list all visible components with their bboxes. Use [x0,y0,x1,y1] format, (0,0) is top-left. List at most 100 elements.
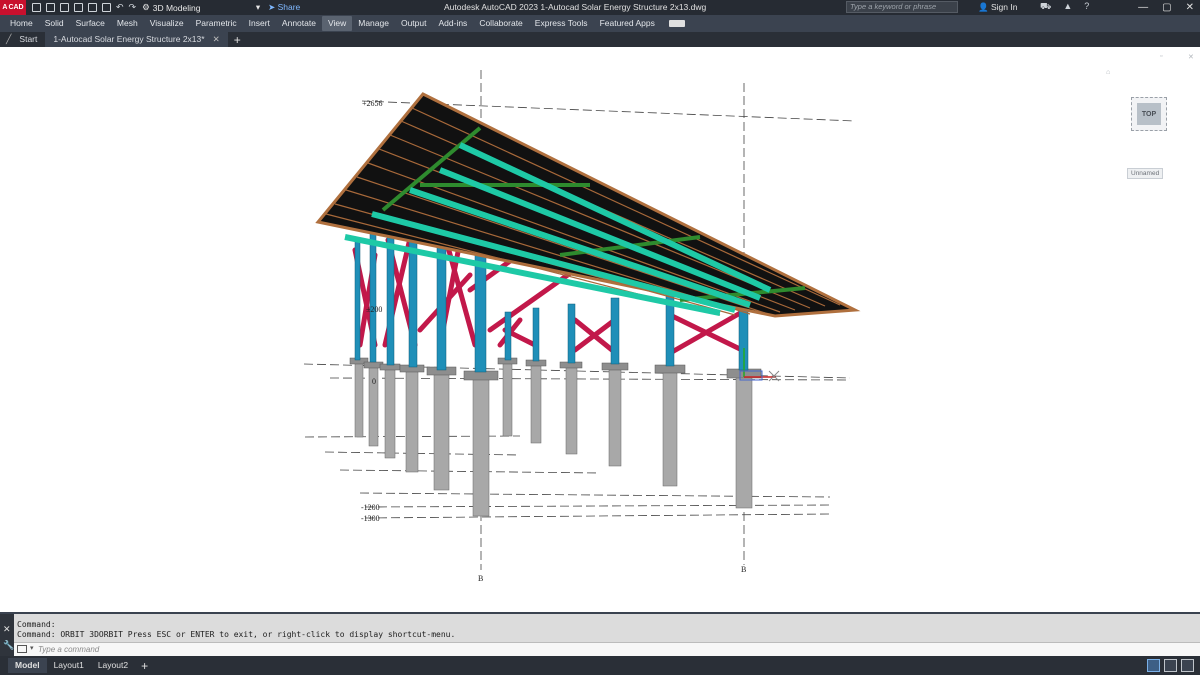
elevation-low1-label: -1200 [361,503,380,512]
quick-access-toolbar: ↶ ↷ [32,0,136,15]
close-icon[interactable]: ✕ [1186,0,1194,15]
status-bar: Model Layout1 Layout2 + [0,656,1200,675]
chevron-down-icon[interactable]: ▾ [30,644,34,652]
redo-icon[interactable]: ↷ [129,3,137,12]
plot-icon[interactable] [102,3,111,12]
column [567,303,576,364]
pile [735,373,753,509]
wrench-icon[interactable]: 🔧 [3,640,14,651]
titlebar-tools: ⛟ ▲ ? [1040,1,1089,13]
share-label: Share [277,2,301,12]
workspace-switcher[interactable]: ⚙ 3D Modeling ▾ [142,2,260,13]
autodesk-a360-icon[interactable]: ▲ [1063,1,1072,13]
ribbon-tab-express-tools[interactable]: Express Tools [529,16,594,31]
tab-start-label: Start [19,34,38,44]
column [532,307,540,362]
pile [405,369,419,473]
ribbon-tabs: Home Solid Surface Mesh Visualize Parametric I… [0,15,1200,32]
ucs-menu[interactable]: Unnamed [1127,168,1164,179]
maximize-icon[interactable]: ▢ [1162,0,1171,15]
file-tabs-menu-icon[interactable]: ╱ [0,34,11,45]
annotation-monitor-icon[interactable] [1147,659,1160,672]
layout-tab-model[interactable]: Model [8,658,47,673]
help-icon[interactable]: ? [1084,1,1089,13]
ribbon-tab-add-ins[interactable]: Add-ins [432,16,473,31]
command-prompt-icon [17,645,27,653]
ribbon-tab-visualize[interactable]: Visualize [144,16,190,31]
column [369,229,377,363]
elevation-low2-label: -1300 [361,514,380,523]
pile [472,375,490,517]
search-input[interactable]: Type a keyword or phrase [846,1,958,13]
web-mobile-icon[interactable] [88,3,97,12]
pile [530,364,542,444]
gear-icon: ⚙ [142,2,150,12]
ribbon-tab-annotate[interactable]: Annotate [276,16,322,31]
column [610,297,620,365]
column [354,237,361,361]
drawing-canvas[interactable]: +2656 ±200 0 -1200 -1300 B B ⌂ ▫ ✕ TOP U… [0,47,1200,612]
viewport-close-icon[interactable]: ✕ [1188,53,1194,61]
elevation-mid-label: ±200 [366,305,382,314]
app-logo-text: CAD [8,4,24,11]
fullscreen-icon[interactable] [1164,659,1177,672]
tab-start[interactable]: Start [11,32,45,47]
close-icon[interactable]: ✕ [3,624,11,635]
undo-icon[interactable]: ↶ [116,3,124,12]
workspace-label: 3D Modeling [152,2,201,13]
window-controls: — ▢ ✕ [1138,0,1194,15]
ribbon-tab-collaborate[interactable]: Collaborate [473,16,528,31]
share-button[interactable]: ➤ Share [268,2,300,13]
ribbon-tab-surface[interactable]: Surface [70,16,111,31]
ribbon-tab-home[interactable]: Home [4,16,39,31]
save-icon[interactable] [60,3,69,12]
ribbon-tab-output[interactable]: Output [395,16,433,31]
grid-label-b-left: B [478,574,483,583]
share-icon: ➤ [268,2,278,12]
customize-menu-icon[interactable] [1181,659,1194,672]
open-icon[interactable] [46,3,55,12]
ribbon-tab-solid[interactable]: Solid [39,16,70,31]
piles [354,361,753,517]
close-tab-icon[interactable]: ✕ [213,34,220,44]
ribbon-display-toggle[interactable] [668,20,685,27]
elevation-top-label: +2656 [362,99,383,108]
command-input-placeholder: Type a command [38,645,100,654]
pile [433,371,450,491]
solar-structure-model: +2656 ±200 0 -1200 -1300 B B [303,70,861,583]
window-title: Autodesk AutoCAD 2023 1-Autocad Solar En… [444,2,707,12]
add-layout-button[interactable]: + [141,659,148,673]
chevron-down-icon: ▾ [255,2,261,12]
ribbon-tab-mesh[interactable]: Mesh [111,16,144,31]
app-menu-button[interactable]: A CAD [0,0,26,15]
ribbon-tab-parametric[interactable]: Parametric [190,16,243,31]
pile [608,367,622,467]
ribbon-tab-manage[interactable]: Manage [352,16,395,31]
viewcube-home-icon[interactable]: ⌂ [1106,69,1110,76]
command-history: Command: Command: ORBIT 3DORBIT Press ESC… [17,620,455,640]
cart-icon[interactable]: ⛟ [1040,1,1051,13]
command-line-handle[interactable]: ✕ 🔧 [0,614,14,656]
tab-drawing-label: 1-Autocad Solar Energy Structure 2x13* [53,34,205,44]
ribbon-tab-insert[interactable]: Insert [243,16,276,31]
grid-label-b-right: B [741,565,746,574]
tab-drawing[interactable]: 1-Autocad Solar Energy Structure 2x13* ✕ [45,32,228,47]
layout-tab-layout2[interactable]: Layout2 [91,658,135,673]
save-as-icon[interactable] [74,3,83,12]
command-input[interactable]: ▾ Type a command [14,642,1200,656]
command-line-panel: ✕ 🔧 Command: Command: ORBIT 3DORBIT Press… [0,612,1200,656]
sign-in-button[interactable]: 👤 Sign In [978,2,1017,13]
ribbon-tab-featured-apps[interactable]: Featured Apps [594,16,661,31]
ribbon-tab-view[interactable]: View [321,16,353,31]
new-tab-button[interactable]: + [234,33,241,47]
minimize-icon[interactable]: — [1138,0,1148,15]
command-history-line: Command: [17,620,56,629]
elevation-zero-label: 0 [372,377,376,386]
viewcube[interactable]: TOP [1131,97,1167,131]
pile [354,361,364,438]
viewport-restore-icon[interactable]: ▫ [1160,53,1162,60]
new-icon[interactable] [32,3,41,12]
title-bar: A CAD ↶ ↷ ⚙ 3D Modeling ▾ ➤ Share Autodes… [0,0,1200,15]
layout-tab-layout1[interactable]: Layout1 [47,658,91,673]
viewcube-face[interactable]: TOP [1137,103,1161,125]
